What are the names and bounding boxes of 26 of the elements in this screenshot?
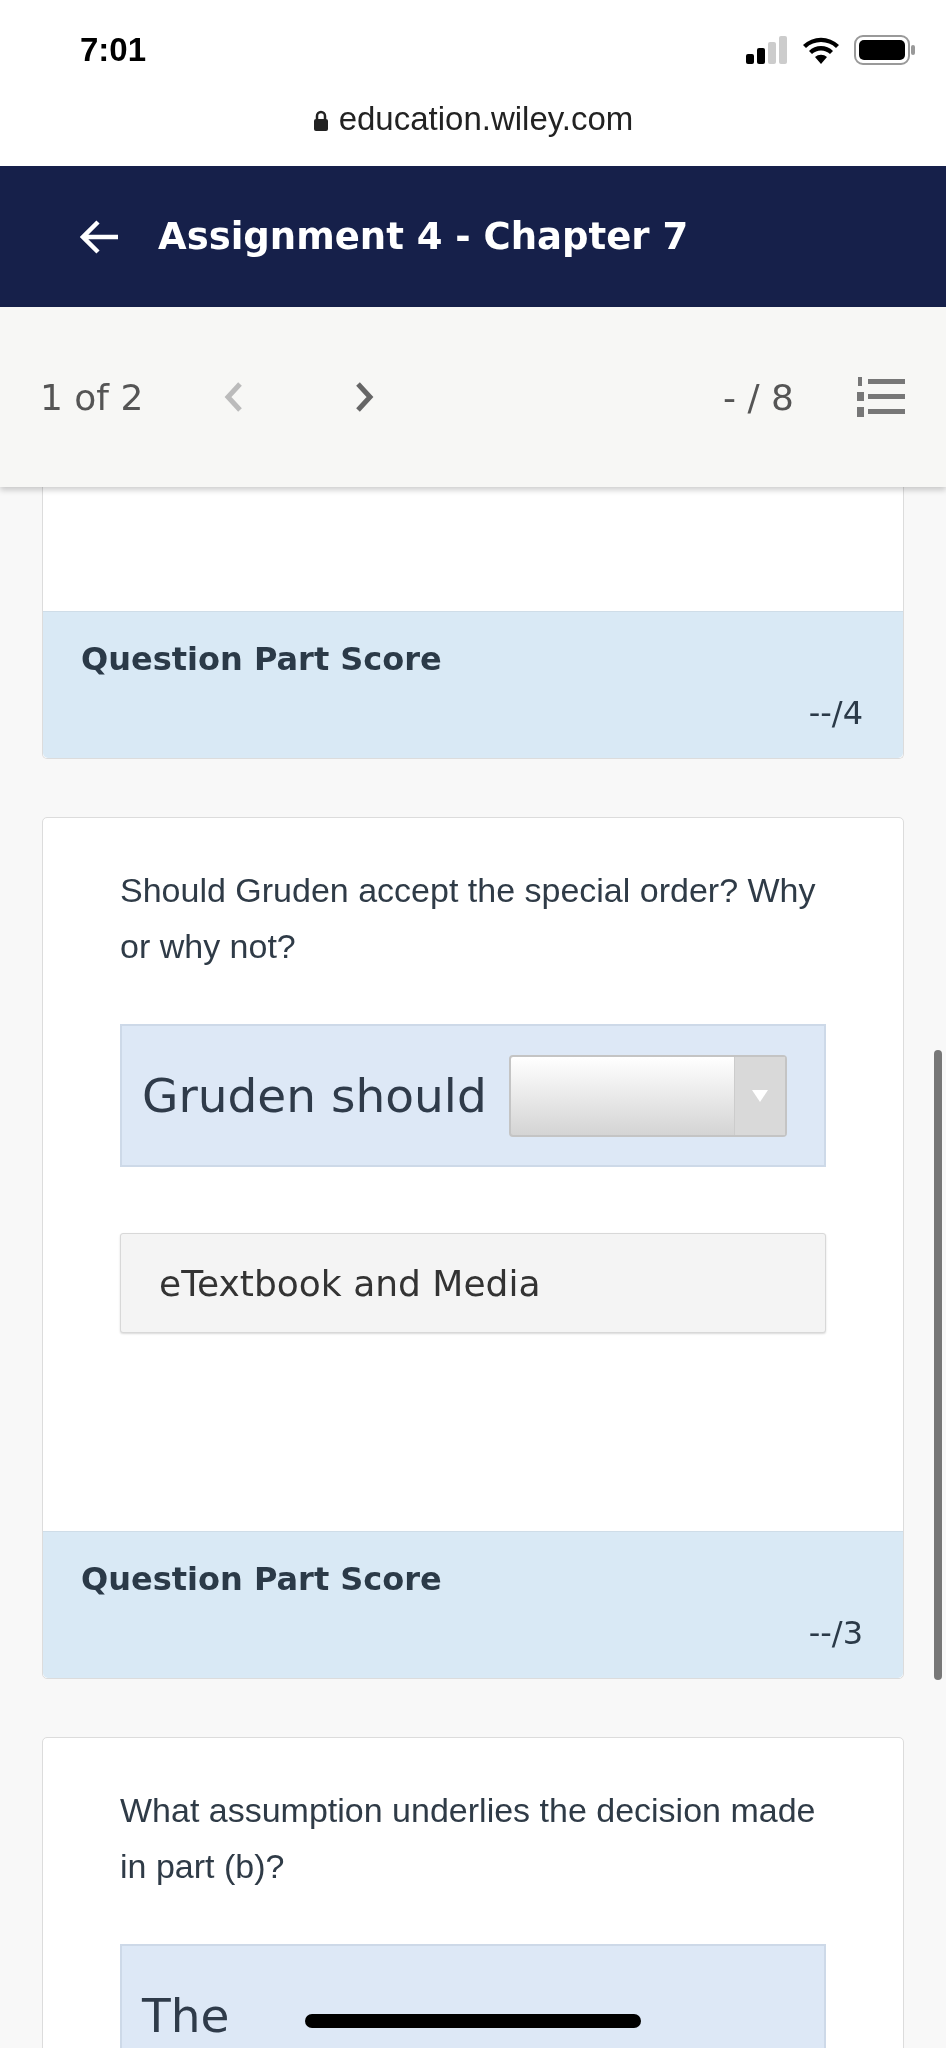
back-arrow-icon[interactable] bbox=[80, 218, 120, 255]
battery-icon bbox=[854, 35, 916, 65]
score-label: Question Part Score bbox=[81, 1560, 443, 1598]
assignment-title: Assignment 4 - Chapter 7 bbox=[158, 215, 689, 258]
answer-prefix: Gruden should bbox=[142, 1068, 487, 1123]
chevron-left-icon bbox=[223, 381, 244, 413]
score-value: --/3 bbox=[808, 1614, 863, 1652]
chevron-right-icon bbox=[355, 381, 376, 413]
lock-icon bbox=[312, 110, 329, 132]
numbered-list-icon[interactable] bbox=[856, 377, 906, 417]
page-url[interactable]: education.wiley.com bbox=[338, 100, 634, 138]
assignment-score: - / 8 bbox=[723, 376, 794, 418]
etextbook-button[interactable]: eTextbook and Media bbox=[120, 1233, 826, 1333]
answer-prefix: The bbox=[142, 1988, 230, 2043]
score-label: Question Part Score bbox=[81, 640, 443, 678]
score-value: --/4 bbox=[808, 694, 863, 732]
scrollbar[interactable] bbox=[934, 1050, 942, 1680]
page-position: 1 of 2 bbox=[40, 376, 144, 418]
wifi-icon bbox=[802, 36, 840, 64]
question-text: Should Gruden accept the special order? Why or why not? bbox=[119, 870, 817, 967]
question-text: What assumption underlies the decision made in part (b)? bbox=[119, 1790, 817, 1887]
home-indicator[interactable] bbox=[305, 2014, 641, 2028]
status-time: 7:01 bbox=[80, 31, 147, 69]
signal-icon bbox=[746, 36, 788, 64]
caret-icon bbox=[750, 1088, 769, 1103]
answer-dropdown[interactable] bbox=[508, 1054, 787, 1137]
